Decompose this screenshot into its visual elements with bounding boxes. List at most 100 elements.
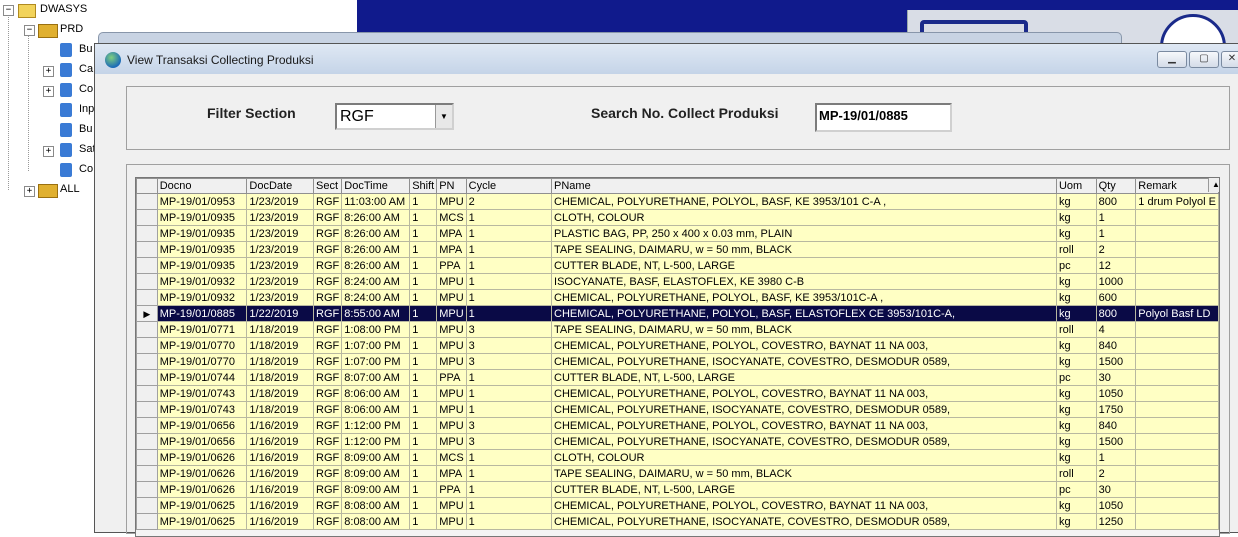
table-cell[interactable]: CUTTER BLADE, NT, L-500, LARGE — [551, 481, 1057, 498]
table-cell[interactable]: 1 — [465, 241, 553, 258]
table-cell[interactable]: 1 — [465, 481, 553, 498]
table-cell[interactable]: MP-19/01/0625 — [156, 497, 248, 514]
table-cell[interactable]: MP-19/01/0935 — [156, 225, 248, 242]
table-cell[interactable]: CHEMICAL, POLYURETHANE, POLYOL, BASF, EL… — [551, 305, 1057, 322]
table-cell[interactable]: 1250 — [1095, 513, 1137, 530]
table-cell[interactable]: 1/18/2019 — [246, 337, 315, 354]
table-row[interactable]: MP-19/01/0935 1/23/2019 RGF 8:26:00 AM 1 MPA 1… — [136, 225, 1219, 242]
table-cell[interactable]: 1 — [465, 225, 553, 242]
table-cell[interactable]: MP-19/01/0656 — [156, 417, 248, 434]
table-cell[interactable] — [1135, 401, 1219, 418]
table-row[interactable]: MP-19/01/0626 1/16/2019 RGF 8:09:00 AM 1 MCS 1… — [136, 449, 1219, 466]
table-cell[interactable]: 1 — [465, 369, 553, 386]
table-cell[interactable]: kg — [1055, 337, 1097, 354]
row-selector[interactable] — [136, 337, 158, 354]
tree-node-child[interactable]: Ca — [79, 63, 93, 75]
tree-node-prd[interactable]: PRD — [60, 23, 83, 35]
table-cell[interactable]: 1 — [465, 385, 553, 402]
scroll-up-button[interactable]: ▲ — [1208, 178, 1219, 192]
table-cell[interactable]: 3 — [465, 433, 553, 450]
tree-node-child[interactable]: Inp — [79, 103, 94, 115]
table-row[interactable]: MP-19/01/0744 1/18/2019 RGF 8:07:00 AM 1 PPA 1… — [136, 369, 1219, 386]
table-cell[interactable]: CHEMICAL, POLYURETHANE, ISOCYANATE, COVE… — [551, 353, 1057, 370]
minimize-button[interactable]: ▁ — [1157, 51, 1187, 68]
row-selector[interactable] — [136, 273, 158, 290]
row-selector[interactable] — [136, 369, 158, 386]
table-cell[interactable]: MP-19/01/0885 — [156, 305, 248, 322]
table-cell[interactable] — [1135, 385, 1219, 402]
table-cell[interactable]: MPU — [436, 433, 467, 450]
table-cell[interactable]: 1/16/2019 — [246, 449, 315, 466]
table-cell[interactable]: roll — [1055, 465, 1097, 482]
table-cell[interactable]: CUTTER BLADE, NT, L-500, LARGE — [551, 369, 1057, 386]
maximize-button[interactable]: ▢ — [1189, 51, 1219, 68]
table-cell[interactable]: kg — [1055, 225, 1097, 242]
table-row[interactable]: MP-19/01/0625 1/16/2019 RGF 8:08:00 AM 1 MPU 1… — [136, 497, 1219, 514]
table-cell[interactable]: kg — [1055, 353, 1097, 370]
table-cell[interactable]: CHEMICAL, POLYURETHANE, POLYOL, COVESTRO… — [551, 497, 1057, 514]
data-grid[interactable]: Docno DocDate Sect DocTime Shift PN Cycl… — [135, 177, 1220, 537]
column-header[interactable]: DocTime — [341, 178, 411, 194]
table-row[interactable]: ▶ MP-19/01/0885 1/22/2019 RGF 8:55:00 AM 1 MPU… — [136, 305, 1219, 322]
table-cell[interactable]: 1/18/2019 — [246, 321, 315, 338]
table-cell[interactable] — [1135, 337, 1219, 354]
table-cell[interactable]: MPA — [436, 465, 467, 482]
row-selector[interactable] — [136, 209, 158, 226]
table-cell[interactable]: PPA — [436, 481, 467, 498]
table-row[interactable]: MP-19/01/0656 1/16/2019 RGF 1:12:00 PM 1 MPU 3… — [136, 433, 1219, 450]
table-cell[interactable]: kg — [1055, 385, 1097, 402]
table-cell[interactable]: 8:26:00 AM — [341, 257, 411, 274]
close-button[interactable]: ✕ — [1221, 51, 1238, 68]
table-cell[interactable] — [1135, 513, 1219, 530]
table-cell[interactable]: MPU — [436, 513, 467, 530]
table-cell[interactable]: CHEMICAL, POLYURETHANE, POLYOL, BASF, KE… — [551, 289, 1057, 306]
table-cell[interactable]: MPU — [436, 385, 467, 402]
table-row[interactable]: MP-19/01/0770 1/18/2019 RGF 1:07:00 PM 1 MPU 3… — [136, 337, 1219, 354]
table-cell[interactable]: kg — [1055, 401, 1097, 418]
table-cell[interactable]: kg — [1055, 289, 1097, 306]
table-cell[interactable]: MP-19/01/0770 — [156, 353, 248, 370]
table-cell[interactable]: 1500 — [1095, 353, 1137, 370]
table-cell[interactable]: 1000 — [1095, 273, 1137, 290]
table-cell[interactable]: 1 — [409, 497, 438, 514]
table-cell[interactable]: 1 — [409, 337, 438, 354]
table-cell[interactable]: kg — [1055, 449, 1097, 466]
table-cell[interactable]: pc — [1055, 481, 1097, 498]
table-cell[interactable]: TAPE SEALING, DAIMARU, w = 50 mm, BLACK — [551, 465, 1057, 482]
table-cell[interactable]: 1 — [1095, 449, 1137, 466]
table-cell[interactable]: 8:08:00 AM — [341, 497, 411, 514]
table-cell[interactable]: RGF — [313, 417, 343, 434]
table-cell[interactable]: 11:03:00 AM — [341, 193, 411, 210]
table-cell[interactable] — [1135, 353, 1219, 370]
table-cell[interactable]: RGF — [313, 273, 343, 290]
table-cell[interactable]: 1 — [409, 401, 438, 418]
row-selector[interactable]: ▶ — [136, 305, 158, 322]
table-cell[interactable]: MP-19/01/0626 — [156, 481, 248, 498]
table-cell[interactable]: 1 — [465, 289, 553, 306]
table-cell[interactable]: 1 — [1095, 225, 1137, 242]
tree-node-all[interactable]: ALL — [60, 183, 80, 195]
row-selector[interactable] — [136, 433, 158, 450]
table-cell[interactable]: MPU — [436, 337, 467, 354]
table-cell[interactable]: MP-19/01/0626 — [156, 465, 248, 482]
table-cell[interactable]: 1 — [465, 513, 553, 530]
table-cell[interactable]: 1/23/2019 — [246, 273, 315, 290]
table-cell[interactable] — [1135, 417, 1219, 434]
table-cell[interactable]: TAPE SEALING, DAIMARU, w = 50 mm, BLACK — [551, 241, 1057, 258]
table-cell[interactable]: MCS — [436, 209, 467, 226]
table-cell[interactable] — [1135, 209, 1219, 226]
table-cell[interactable]: 800 — [1095, 305, 1137, 322]
table-cell[interactable]: RGF — [313, 385, 343, 402]
table-cell[interactable]: MPU — [436, 193, 467, 210]
table-cell[interactable]: 1 — [409, 513, 438, 530]
table-cell[interactable]: 1 — [409, 193, 438, 210]
row-selector[interactable] — [136, 401, 158, 418]
table-cell[interactable]: 1 — [409, 257, 438, 274]
table-cell[interactable]: MP-19/01/0656 — [156, 433, 248, 450]
tree-node-child[interactable]: Bu — [79, 43, 92, 55]
table-cell[interactable]: 1/23/2019 — [246, 193, 315, 210]
table-cell[interactable]: 3 — [465, 417, 553, 434]
table-cell[interactable]: 8:06:00 AM — [341, 401, 411, 418]
table-cell[interactable]: 1 — [465, 449, 553, 466]
table-cell[interactable]: 3 — [465, 321, 553, 338]
